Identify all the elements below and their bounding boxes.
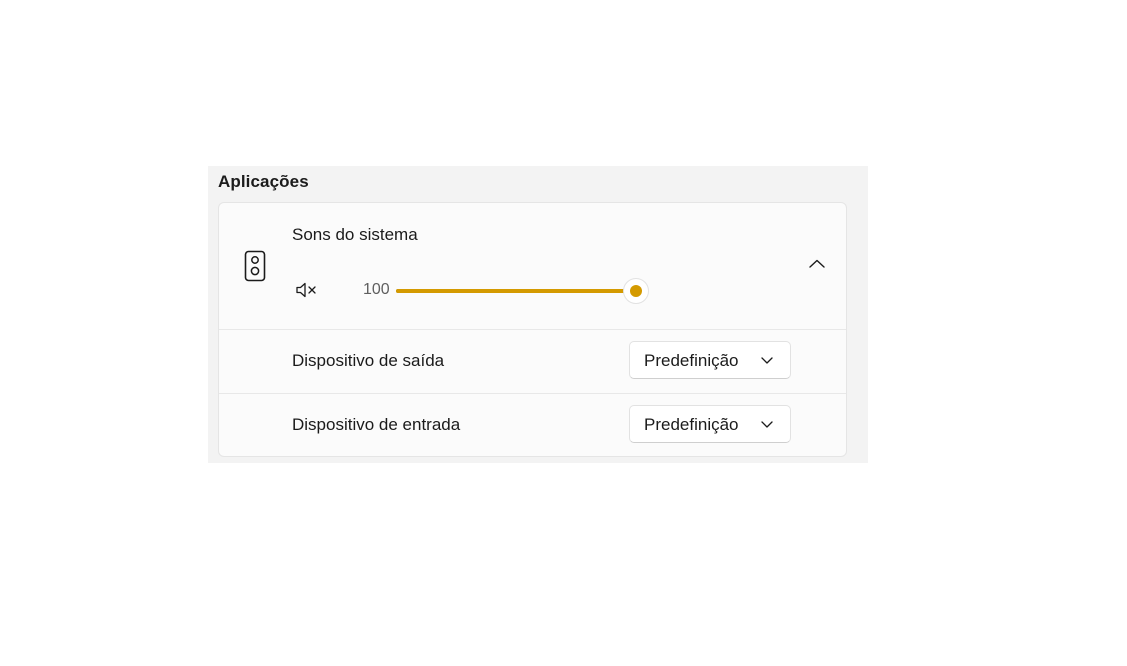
- app-row-system-sounds[interactable]: Sons do sistema 100: [219, 203, 846, 330]
- chevron-up-icon[interactable]: [807, 257, 827, 271]
- input-device-value: Predefinição: [644, 415, 739, 434]
- app-name: Sons do sistema: [292, 225, 418, 244]
- input-device-row: Dispositivo de entrada Predefinição: [219, 393, 846, 456]
- chevron-down-icon: [761, 357, 773, 364]
- output-device-value: Predefinição: [644, 351, 739, 370]
- app-volume-card: Sons do sistema 100 Dispositivo de saída…: [218, 202, 847, 457]
- volume-value: 100: [363, 281, 390, 298]
- output-device-dropdown[interactable]: Predefinição: [629, 341, 791, 379]
- speaker-muted-icon[interactable]: [295, 281, 319, 299]
- slider-fill: [396, 289, 636, 293]
- slider-thumb[interactable]: [623, 278, 649, 304]
- section-title: Aplicações: [218, 172, 309, 191]
- output-device-label: Dispositivo de saída: [292, 351, 445, 370]
- output-device-row: Dispositivo de saída Predefinição: [219, 329, 846, 394]
- input-device-label: Dispositivo de entrada: [292, 415, 461, 434]
- volume-slider[interactable]: [396, 278, 656, 304]
- input-device-dropdown[interactable]: Predefinição: [629, 405, 791, 443]
- chevron-down-icon: [761, 421, 773, 428]
- speaker-icon: [244, 250, 266, 282]
- apps-volume-panel: Aplicações Sons do sistema 100 Dispositi…: [208, 166, 868, 463]
